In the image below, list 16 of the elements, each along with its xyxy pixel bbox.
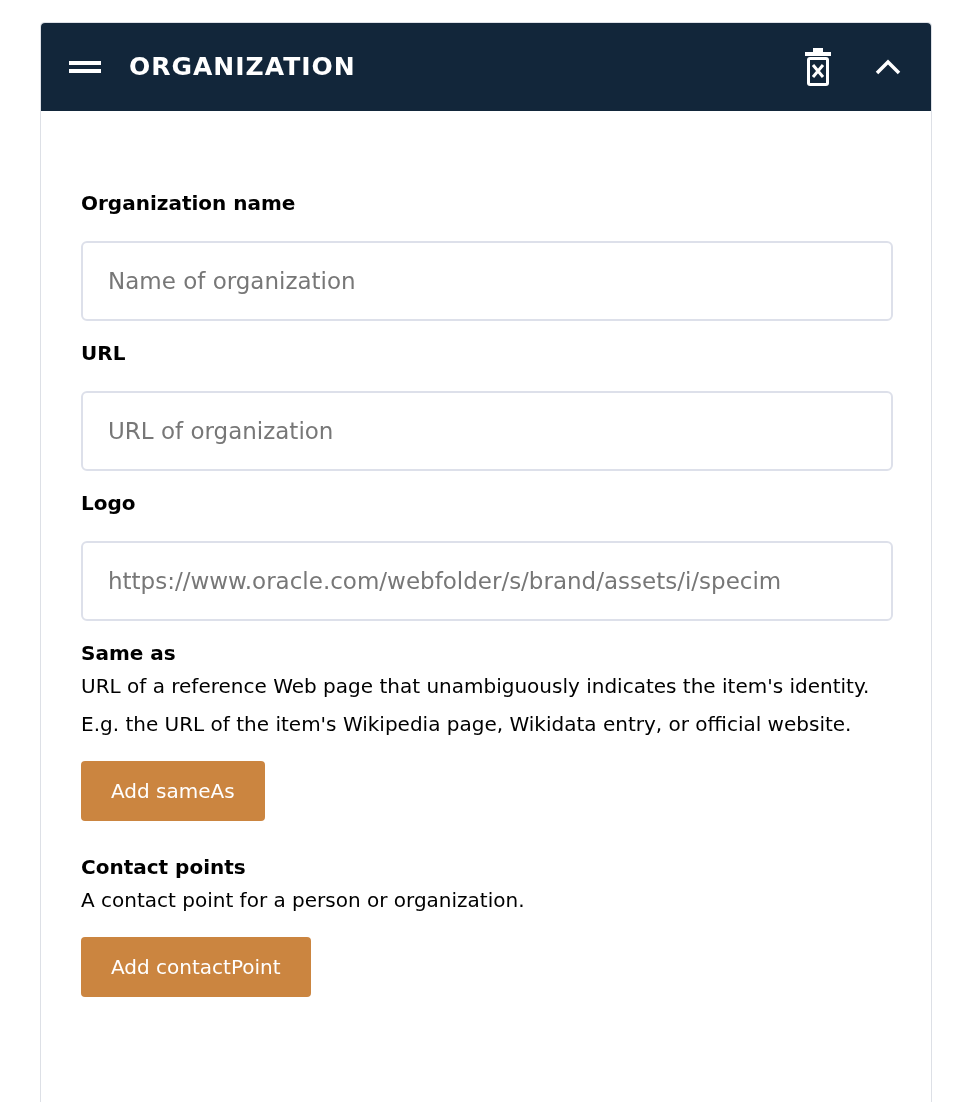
delete-icon[interactable]	[805, 48, 831, 86]
text-input[interactable]: Name of organization	[81, 241, 893, 321]
text-input[interactable]: URL of organization	[81, 391, 893, 471]
chevron-up-icon[interactable]	[875, 59, 901, 75]
field-description: A contact point for a person or organization.	[81, 887, 526, 914]
panel-title: ORGANIZATION	[129, 51, 356, 84]
menu-icon[interactable]	[69, 61, 101, 73]
field-label: URL	[81, 340, 127, 367]
add-button[interactable]: Add contactPoint	[81, 937, 311, 997]
field-label: Logo	[81, 490, 137, 517]
field-description: URL of a reference Web page that unambiguously indicates the item's identity. E.g. the URL of the item's Wikipedia page, Wikidata entry, or official website.	[81, 673, 871, 738]
field-label: Organization name	[81, 190, 297, 217]
field-label: Same as	[81, 640, 177, 667]
text-input[interactable]: https://www.oracle.com/webfolder/s/brand/assets/i/specim	[81, 541, 893, 621]
add-button[interactable]: Add sameAs	[81, 761, 265, 821]
field-label: Contact points	[81, 854, 247, 881]
